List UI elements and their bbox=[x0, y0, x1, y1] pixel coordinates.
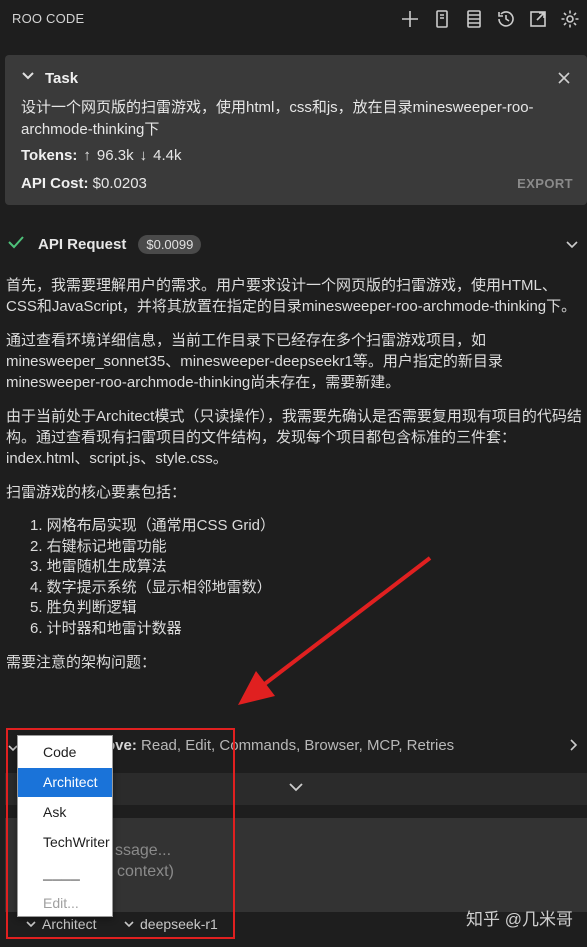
assistant-message: 首先，我需要理解用户的需求。用户要求设计一个网页版的扫雷游戏，使用HTML、CS… bbox=[6, 275, 584, 686]
watermark: 知乎 @几米哥 bbox=[466, 910, 573, 929]
export-button[interactable]: EXPORT bbox=[517, 176, 573, 191]
api-cost-value: $0.0203 bbox=[92, 175, 147, 192]
app-title: ROO CODE bbox=[12, 11, 85, 26]
check-icon bbox=[6, 232, 26, 257]
api-cost-row: API Cost: $0.0203 bbox=[21, 175, 147, 192]
tokens-row: Tokens: ↑ 96.3k ↓ 4.4k bbox=[21, 147, 181, 164]
api-request-row[interactable]: API Request $0.0099 bbox=[6, 232, 584, 256]
settings-icon[interactable] bbox=[557, 6, 583, 32]
message-paragraph: 需要注意的架构问题： bbox=[6, 654, 157, 671]
annotation-box bbox=[6, 728, 235, 939]
chevron-down-icon bbox=[288, 779, 304, 800]
tokens-label: Tokens: bbox=[21, 147, 78, 164]
list-item: 3. 地雷随机生成算法 bbox=[30, 558, 167, 575]
chevron-down-icon[interactable] bbox=[564, 236, 580, 257]
tokens-down-value: 4.4k bbox=[153, 147, 182, 164]
requirements-list: 1. 网格布局实现（通常用CSS Grid） 2. 右键标记地雷功能 3. 地雷… bbox=[6, 516, 584, 639]
plus-icon[interactable] bbox=[397, 6, 423, 32]
list-item: 2. 右键标记地雷功能 bbox=[30, 537, 167, 555]
task-label: Task bbox=[45, 70, 79, 87]
toolbar-icons bbox=[397, 6, 583, 32]
list-item: 6. 计时器和地雷计数器 bbox=[30, 619, 182, 637]
chevron-down-icon[interactable] bbox=[21, 69, 35, 88]
task-text: 设计一个网页版的扫雷游戏，使用html，css和js，放在目录minesweep… bbox=[21, 99, 534, 138]
cost-badge: $0.0099 bbox=[138, 234, 202, 254]
list-item: 1. 网格布局实现（通常用CSS Grid） bbox=[30, 517, 276, 534]
message-paragraph: 扫雷游戏的核心要素包括： bbox=[6, 484, 187, 501]
task-card: Task 设计一个网页版的扫雷游戏，使用html，css和js，放在目录mine… bbox=[5, 55, 587, 205]
history-icon[interactable] bbox=[493, 6, 519, 32]
api-cost-label: API Cost: bbox=[21, 175, 89, 192]
list-item: 5. 胜负判断逻辑 bbox=[30, 599, 137, 616]
tokens-up-value: 96.3k bbox=[96, 147, 134, 164]
message-paragraph: 通过查看环境详细信息，当前工作目录下已经存在多个扫雷游戏项目，如mineswee… bbox=[6, 332, 503, 391]
chevron-right-icon[interactable] bbox=[566, 738, 580, 756]
arrow-up-icon: ↑ bbox=[83, 147, 91, 164]
task-header[interactable]: Task bbox=[21, 69, 78, 88]
message-paragraph: 首先，我需要理解用户的需求。用户要求设计一个网页版的扫雷游戏，使用HTML、CS… bbox=[6, 277, 577, 315]
arrow-down-icon: ↓ bbox=[139, 147, 148, 164]
prompts-icon[interactable] bbox=[429, 6, 455, 32]
close-icon[interactable] bbox=[557, 71, 571, 85]
message-paragraph: 由于当前处于Architect模式（只读操作），我需要先确认是否需要复用现有项目… bbox=[6, 408, 582, 467]
top-bar: ROO CODE bbox=[0, 0, 587, 38]
mcp-servers-icon[interactable] bbox=[461, 6, 487, 32]
popout-icon[interactable] bbox=[525, 6, 551, 32]
list-item: 4. 数字提示系统（显示相邻地雷数） bbox=[30, 578, 272, 596]
api-request-title: API Request bbox=[38, 235, 127, 253]
